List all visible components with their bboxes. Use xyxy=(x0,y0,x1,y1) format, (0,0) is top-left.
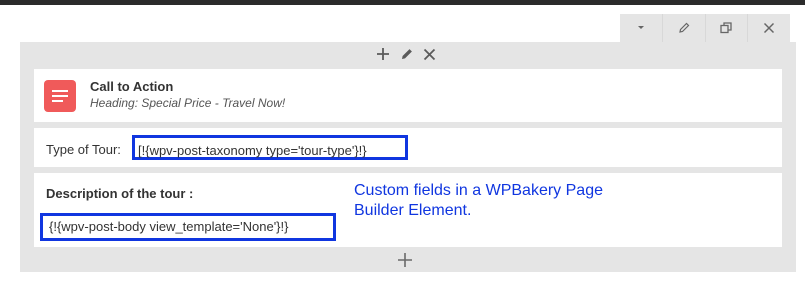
description-label: Description of the tour : xyxy=(46,186,194,201)
edit-row-icon[interactable] xyxy=(400,47,414,61)
collapse-button[interactable] xyxy=(620,14,662,42)
call-to-action-element[interactable]: Call to Action Heading: Special Price - … xyxy=(34,69,782,122)
clone-button[interactable] xyxy=(704,14,748,42)
type-of-tour-label: Type of Tour: xyxy=(46,142,121,157)
close-icon xyxy=(764,22,775,34)
builder-row: Call to Action Heading: Special Price - … xyxy=(20,42,796,272)
element-title: Call to Action xyxy=(90,79,174,94)
delete-button[interactable] xyxy=(747,14,790,42)
plus-icon xyxy=(398,253,412,267)
row-controls xyxy=(376,45,436,63)
clone-icon xyxy=(720,22,733,34)
call-to-action-icon xyxy=(44,80,76,112)
element-toolbar xyxy=(620,14,790,42)
element-subtitle: Heading: Special Price - Travel Now! xyxy=(90,96,286,110)
description-shortcode: {!{wpv-post-body view_template='None'}!} xyxy=(40,213,336,241)
add-row-button[interactable] xyxy=(395,250,415,270)
chevron-down-icon xyxy=(637,26,644,29)
top-bar xyxy=(0,0,805,5)
type-of-tour-shortcode: [!{wpv-post-taxonomy type='tour-type'}!} xyxy=(132,135,408,160)
edit-button[interactable] xyxy=(661,14,705,42)
add-element-icon[interactable] xyxy=(376,47,390,61)
pencil-icon xyxy=(678,22,689,33)
annotation-text: Custom fields in a WPBakery Page Builder… xyxy=(354,182,603,219)
delete-row-icon[interactable] xyxy=(423,48,436,61)
type-of-tour-element[interactable]: Type of Tour: [!{wpv-post-taxonomy type=… xyxy=(34,128,782,167)
